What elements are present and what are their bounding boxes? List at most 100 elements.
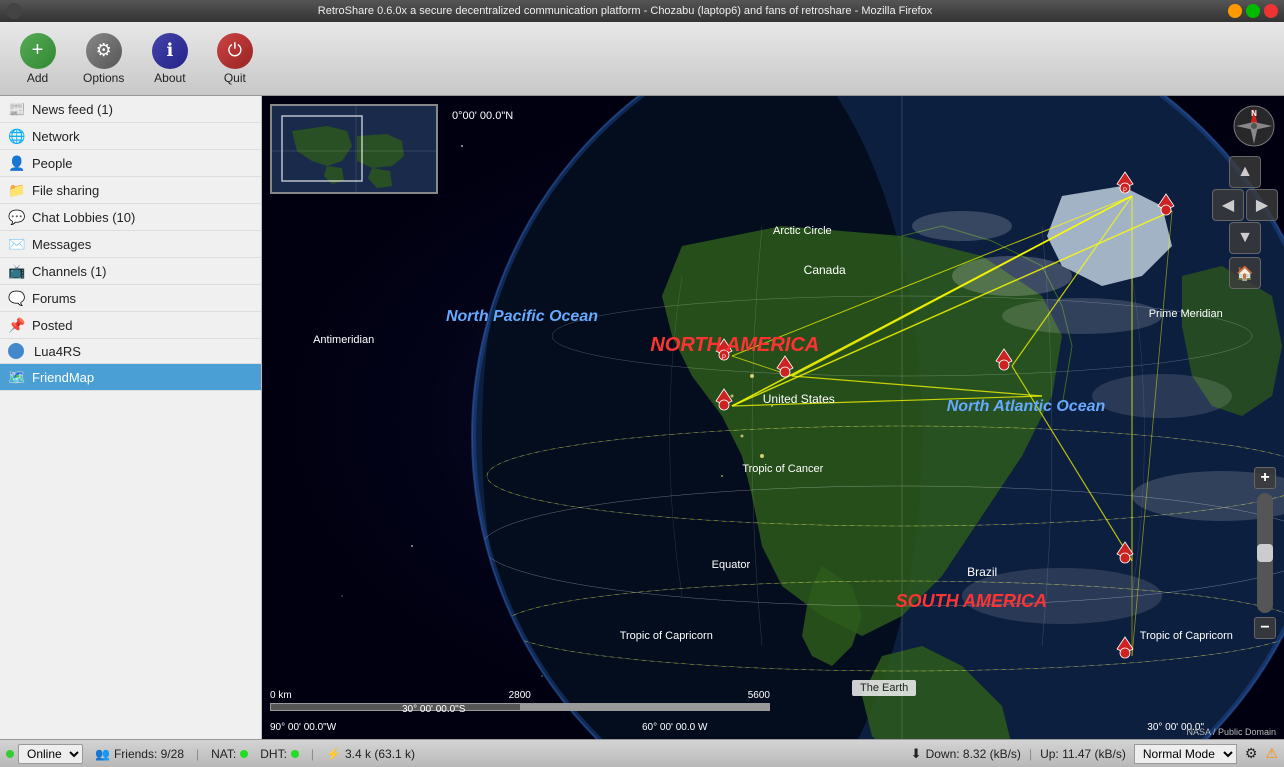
scale-label-0: 0 km: [270, 690, 292, 701]
mode-dropdown[interactable]: Normal Mode Turbo Mode: [1134, 744, 1237, 764]
download-label: Down: 8.32 (kB/s): [926, 747, 1021, 761]
about-icon: ℹ: [166, 40, 173, 61]
sep2: |: [311, 747, 314, 761]
svg-text:P: P: [722, 355, 726, 361]
zoom-slider[interactable]: [1257, 544, 1273, 562]
traffic-icon: ⚡: [326, 747, 341, 761]
scale-label-mid: 2800: [509, 690, 531, 701]
add-button[interactable]: + Add: [10, 29, 65, 89]
online-status[interactable]: Online Away Busy: [6, 744, 83, 764]
coord-bottom-left: 90° 00' 00.0"W: [270, 722, 336, 733]
options-button[interactable]: ⚙ Options: [75, 29, 132, 89]
scale-bar: 0 km 2800 5600: [270, 690, 770, 711]
nasa-credit: NASA / Public Domain: [1186, 727, 1276, 737]
sep3: |: [1029, 747, 1032, 761]
sidebar-item-file-sharing[interactable]: 📁 File sharing: [0, 177, 261, 204]
nav-home-button[interactable]: 🏠: [1229, 257, 1261, 289]
sidebar-label-network: Network: [32, 129, 80, 144]
nat-status: NAT:: [211, 747, 248, 761]
map-area[interactable]: P P: [262, 96, 1284, 739]
maximize-button[interactable]: [1246, 4, 1260, 18]
posted-icon: 📌: [8, 316, 26, 334]
main-area: 📰 News feed (1) 🌐 Network 👤 People 📁 Fil…: [0, 96, 1284, 739]
sidebar-label-people: People: [32, 156, 72, 171]
nav-up-button[interactable]: ▲: [1229, 156, 1261, 188]
dht-label: DHT:: [260, 747, 287, 761]
sidebar-item-channels[interactable]: 📺 Channels (1): [0, 258, 261, 285]
sidebar: 📰 News feed (1) 🌐 Network 👤 People 📁 Fil…: [0, 96, 262, 739]
quit-button[interactable]: ⏻ Quit: [207, 29, 262, 89]
sidebar-item-people[interactable]: 👤 People: [0, 150, 261, 177]
nav-left-button[interactable]: ◀: [1212, 189, 1244, 221]
add-label: Add: [27, 71, 48, 85]
sidebar-label-news-feed: News feed (1): [32, 102, 113, 117]
dht-dot: [291, 750, 299, 758]
earth-label: The Earth: [852, 680, 916, 696]
news-feed-icon: 📰: [8, 100, 26, 118]
svg-text:N: N: [1251, 109, 1257, 118]
sidebar-label-friendmap: FriendMap: [32, 370, 94, 385]
coord-bottom-mid: 60° 00' 00.0 W: [642, 722, 707, 733]
sep1: |: [196, 747, 199, 761]
channels-icon: 📺: [8, 262, 26, 280]
coord-bottom-s: 30° 00' 00.0"S: [402, 704, 465, 715]
online-dropdown[interactable]: Online Away Busy: [18, 744, 83, 764]
options-icon: ⚙: [96, 40, 112, 61]
app-icon: [6, 3, 22, 19]
friendmap-icon: 🗺️: [8, 368, 26, 386]
nav-compass: N: [1232, 104, 1276, 148]
about-label: About: [154, 71, 185, 85]
nav-right-button[interactable]: ▶: [1246, 189, 1278, 221]
nat-label: NAT:: [211, 747, 236, 761]
sidebar-label-forums: Forums: [32, 291, 76, 306]
network-icon: 🌐: [8, 127, 26, 145]
quit-icon: ⏻: [228, 40, 242, 61]
sidebar-label-chat-lobbies: Chat Lobbies (10): [32, 210, 135, 225]
friends-label: Friends: 9/28: [114, 747, 184, 761]
sidebar-item-friendmap[interactable]: 🗺️ FriendMap: [0, 364, 261, 391]
lua4rs-icon: [8, 343, 24, 359]
coord-top: 0°00' 00.0"N: [452, 110, 513, 122]
file-sharing-icon: 📁: [8, 181, 26, 199]
sidebar-item-chat-lobbies[interactable]: 💬 Chat Lobbies (10): [0, 204, 261, 231]
sidebar-label-messages: Messages: [32, 237, 91, 252]
settings-icon[interactable]: ⚙: [1245, 745, 1258, 762]
traffic-status: ⚡ 3.4 k (63.1 k): [326, 747, 415, 761]
friends-status: 👥 Friends: 9/28: [95, 747, 184, 761]
svg-text:P: P: [1123, 188, 1127, 194]
options-label: Options: [83, 71, 124, 85]
download-icon: ⬇: [911, 746, 922, 762]
zoom-controls: + −: [1254, 467, 1276, 639]
statusbar: Online Away Busy 👥 Friends: 9/28 | NAT: …: [0, 739, 1284, 767]
sidebar-item-network[interactable]: 🌐 Network: [0, 123, 261, 150]
about-button[interactable]: ℹ About: [142, 29, 197, 89]
sidebar-label-file-sharing: File sharing: [32, 183, 99, 198]
sidebar-label-posted: Posted: [32, 318, 72, 333]
sidebar-item-lua4rs[interactable]: Lua4RS: [0, 339, 261, 364]
zoom-in-button[interactable]: +: [1254, 467, 1276, 489]
dht-status: DHT:: [260, 747, 299, 761]
titlebar: RetroShare 0.6.0x a secure decentralized…: [0, 0, 1284, 22]
zoom-out-button[interactable]: −: [1254, 617, 1276, 639]
add-icon: +: [32, 39, 44, 62]
upload-status: Up: 11.47 (kB/s): [1040, 747, 1126, 761]
nav-down-button[interactable]: ▼: [1229, 222, 1261, 254]
chat-lobbies-icon: 💬: [8, 208, 26, 226]
scale-label-max: 5600: [748, 690, 770, 701]
sidebar-item-forums[interactable]: 🗨️ Forums: [0, 285, 261, 312]
statusbar-right: ⬇ Down: 8.32 (kB/s) | Up: 11.47 (kB/s) N…: [911, 744, 1278, 764]
nav-middle-row: ◀ ▶: [1212, 189, 1278, 221]
nav-pan-controls: ▲ ◀ ▶ ▼ 🏠: [1212, 156, 1278, 289]
sidebar-item-news-feed[interactable]: 📰 News feed (1): [0, 96, 261, 123]
nat-dot: [240, 750, 248, 758]
sidebar-item-messages[interactable]: ✉️ Messages: [0, 231, 261, 258]
traffic-label: 3.4 k (63.1 k): [345, 747, 415, 761]
friends-icon: 👥: [95, 747, 110, 761]
close-button[interactable]: [1264, 4, 1278, 18]
download-status: ⬇ Down: 8.32 (kB/s): [911, 746, 1021, 762]
minimap[interactable]: [270, 104, 438, 194]
minimize-button[interactable]: [1228, 4, 1242, 18]
sidebar-item-posted[interactable]: 📌 Posted: [0, 312, 261, 339]
people-icon: 👤: [8, 154, 26, 172]
scale-numbers: 0 km 2800 5600: [270, 690, 770, 701]
